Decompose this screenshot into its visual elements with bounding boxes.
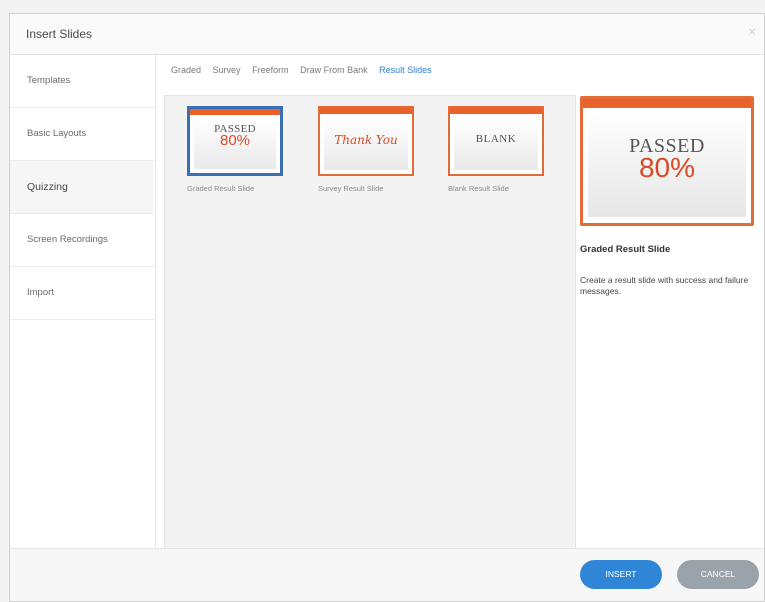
cancel-button[interactable]: CANCEL [677, 560, 759, 589]
thumb-blank-text: BLANK [475, 133, 517, 145]
quiz-type-tabs: Graded Survey Freeform Draw From Bank Re… [171, 65, 441, 85]
sidebar-item-import[interactable]: Import [10, 267, 155, 320]
thumb-content: Thank You [324, 118, 408, 170]
tab-result-slides[interactable]: Result Slides [379, 65, 432, 75]
category-sidebar: Templates Basic Layouts Quizzing Screen … [10, 55, 156, 549]
dialog-footer: INSERT CANCEL [10, 548, 764, 601]
tab-draw-from-bank[interactable]: Draw From Bank [300, 65, 368, 75]
thumb-thank-you-text: Thank You [334, 133, 398, 147]
thumb-caption: Graded Result Slide [187, 184, 255, 193]
preview-frame: PASSED 80% [580, 96, 754, 226]
preview-description: Create a result slide with success and f… [580, 275, 749, 296]
thumb-header-bar [190, 109, 280, 115]
thumb-content: PASSED 80% [194, 119, 276, 169]
dialog-title: Insert Slides [26, 27, 93, 41]
tab-freeform[interactable]: Freeform [252, 65, 289, 75]
thumb-caption: Blank Result Slide [448, 184, 509, 193]
slide-gallery: PASSED 80% Graded Result Slide Thank You… [164, 95, 576, 552]
tab-survey[interactable]: Survey [213, 65, 241, 75]
preview-content: PASSED 80% [588, 113, 746, 217]
sidebar-item-screen-recordings[interactable]: Screen Recordings [10, 214, 155, 267]
insert-button[interactable]: INSERT [580, 560, 662, 589]
close-icon[interactable]: × [748, 24, 756, 39]
thumb-content: BLANK [454, 118, 538, 170]
thumb-frame: Thank You [318, 106, 414, 176]
thumb-header-bar [450, 108, 542, 114]
thumb-header-bar [320, 108, 412, 114]
sidebar-item-basic-layouts[interactable]: Basic Layouts [10, 108, 155, 161]
preview-title: Graded Result Slide [580, 244, 671, 255]
preview-percent-text: 80% [638, 152, 696, 183]
thumb-percent-text: 80% [219, 132, 251, 149]
preview-header-bar [583, 99, 751, 108]
survey-result-slide-thumb[interactable]: Thank You Survey Result Slide [318, 106, 414, 193]
sidebar-item-templates[interactable]: Templates [10, 55, 155, 108]
sidebar-item-quizzing[interactable]: Quizzing [10, 161, 155, 214]
slide-preview-panel: PASSED 80% Graded Result Slide Create a … [580, 96, 758, 297]
thumb-frame: BLANK [448, 106, 544, 176]
insert-slides-dialog: Insert Slides × Templates Basic Layouts … [9, 13, 765, 602]
dialog-titlebar: Insert Slides × [10, 14, 764, 55]
thumb-caption: Survey Result Slide [318, 184, 384, 193]
graded-result-slide-thumb[interactable]: PASSED 80% Graded Result Slide [187, 106, 283, 193]
tab-graded[interactable]: Graded [171, 65, 201, 75]
thumb-frame: PASSED 80% [187, 106, 283, 176]
blank-result-slide-thumb[interactable]: BLANK Blank Result Slide [448, 106, 544, 193]
